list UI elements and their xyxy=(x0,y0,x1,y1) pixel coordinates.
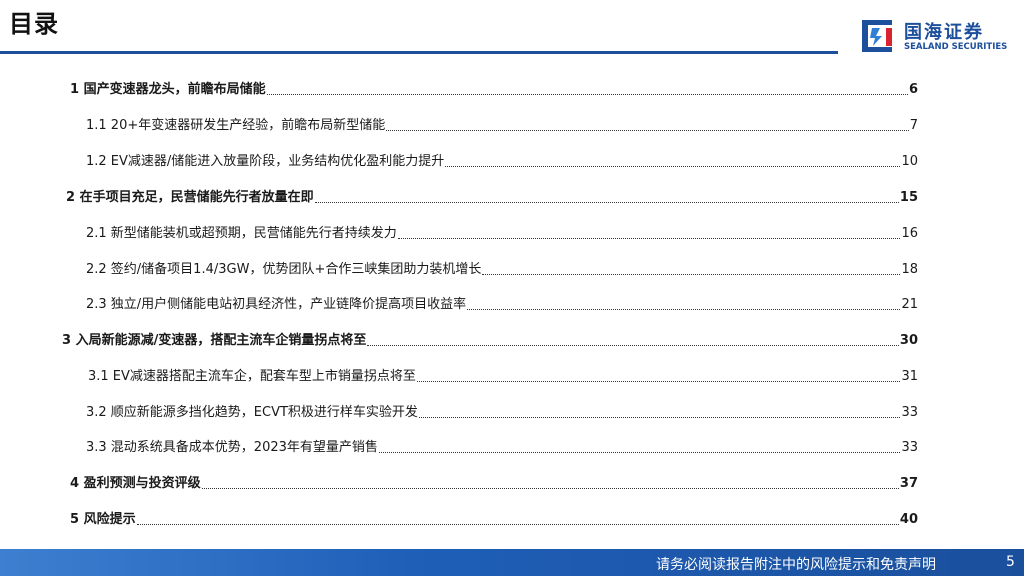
toc-entry-page: 37 xyxy=(899,476,918,491)
toc-entry[interactable]: 2 在手项目充足，民营储能先行者放量在即 15 xyxy=(66,189,918,207)
toc-entry-title: 1 国产变速器龙头，前瞻布局储能 xyxy=(70,82,266,97)
toc-leader-dots xyxy=(386,130,909,131)
toc-entry-title: 3 入局新能源减/变速器，搭配主流车企销量拐点将至 xyxy=(62,333,367,348)
toc-leader-dots xyxy=(445,166,901,167)
toc-entry[interactable]: 1 国产变速器龙头，前瞻布局储能 6 xyxy=(70,81,918,99)
toc-entry-title: 2 在手项目充足，民营储能先行者放量在即 xyxy=(66,190,314,205)
toc-entry-title: 2.2 签约/储备项目1.4/3GW，优势团队+合作三峡集团助力装机增长 xyxy=(86,262,482,277)
toc-leader-dots xyxy=(266,94,908,95)
footer-bar: 请务必阅读报告附注中的风险提示和免责声明 5 xyxy=(0,549,1024,576)
toc-entry[interactable]: 3.3 混动系统具备成本优势，2023年有望量产销售 33 xyxy=(86,439,918,457)
toc-entry-page: 16 xyxy=(901,226,918,241)
toc-leader-dots xyxy=(136,524,899,525)
toc-entry[interactable]: 1.1 20+年变速器研发生产经验，前瞻布局新型储能 7 xyxy=(86,117,918,135)
toc-entry-page: 30 xyxy=(899,333,918,348)
toc-leader-dots xyxy=(397,238,901,239)
toc-entry-title: 3.1 EV减速器搭配主流车企，配套车型上市销量拐点将至 xyxy=(88,369,416,384)
toc-entry-title: 3.3 混动系统具备成本优势，2023年有望量产销售 xyxy=(86,440,378,455)
toc-entry[interactable]: 3.2 顺应新能源多挡化趋势，ECVT积极进行样车实验开发 33 xyxy=(86,404,918,422)
toc-leader-dots xyxy=(367,345,899,346)
toc-leader-dots xyxy=(467,309,901,310)
header-divider xyxy=(0,51,838,54)
page-title: 目录 xyxy=(9,10,59,38)
toc-entry-title: 5 风险提示 xyxy=(70,512,136,527)
sealand-logo: 国海证券 SEALAND SECURITIES xyxy=(860,16,1010,56)
toc-entry[interactable]: 1.2 EV减速器/储能进入放量阶段，业务结构优化盈利能力提升 10 xyxy=(86,153,918,171)
toc-entry[interactable]: 2.2 签约/储备项目1.4/3GW，优势团队+合作三峡集团助力装机增长 18 xyxy=(86,261,918,279)
toc-entry-page: 18 xyxy=(901,262,918,277)
toc-leader-dots xyxy=(482,274,901,275)
toc-leader-dots xyxy=(201,488,899,489)
toc-entry-title: 4 盈利预测与投资评级 xyxy=(70,476,201,491)
logo-name-cn: 国海证券 xyxy=(904,22,984,43)
toc-leader-dots xyxy=(418,417,901,418)
toc-entry-title: 1.2 EV减速器/储能进入放量阶段，业务结构优化盈利能力提升 xyxy=(86,154,445,169)
toc-entry[interactable]: 4 盈利预测与投资评级 37 xyxy=(70,475,918,493)
toc-entry-page: 21 xyxy=(901,297,918,312)
toc-leader-dots xyxy=(378,452,901,453)
toc-leader-dots xyxy=(416,381,901,382)
footer-disclaimer: 请务必阅读报告附注中的风险提示和免责声明 xyxy=(656,557,936,573)
toc-entry-title: 2.3 独立/用户侧储能电站初具经济性，产业链降价提高项目收益率 xyxy=(86,297,467,312)
toc-entry-page: 40 xyxy=(899,512,918,527)
toc-entry[interactable]: 2.3 独立/用户侧储能电站初具经济性，产业链降价提高项目收益率 21 xyxy=(86,296,918,314)
sealand-logo-icon xyxy=(862,20,892,52)
toc-entry-title: 2.1 新型储能装机或超预期，民营储能先行者持续发力 xyxy=(86,226,397,241)
page-number: 5 xyxy=(1006,554,1015,570)
toc-entry-page: 10 xyxy=(901,154,918,169)
toc-entry[interactable]: 5 风险提示 40 xyxy=(70,511,918,529)
toc-entry-page: 7 xyxy=(909,118,918,133)
toc-entry-title: 1.1 20+年变速器研发生产经验，前瞻布局新型储能 xyxy=(86,118,386,133)
logo-name-en: SEALAND SECURITIES xyxy=(904,42,1008,52)
toc-entry-page: 15 xyxy=(899,190,918,205)
toc-entry[interactable]: 3.1 EV减速器搭配主流车企，配套车型上市销量拐点将至 31 xyxy=(88,368,918,386)
toc-entry-page: 31 xyxy=(901,369,918,384)
toc-entry[interactable]: 3 入局新能源减/变速器，搭配主流车企销量拐点将至 30 xyxy=(62,332,918,350)
toc-entry[interactable]: 2.1 新型储能装机或超预期，民营储能先行者持续发力 16 xyxy=(86,225,918,243)
toc-entry-title: 3.2 顺应新能源多挡化趋势，ECVT积极进行样车实验开发 xyxy=(86,405,418,420)
toc-entry-page: 33 xyxy=(901,405,918,420)
toc-entry-page: 33 xyxy=(901,440,918,455)
toc-leader-dots xyxy=(314,202,899,203)
toc-entry-page: 6 xyxy=(908,82,918,97)
